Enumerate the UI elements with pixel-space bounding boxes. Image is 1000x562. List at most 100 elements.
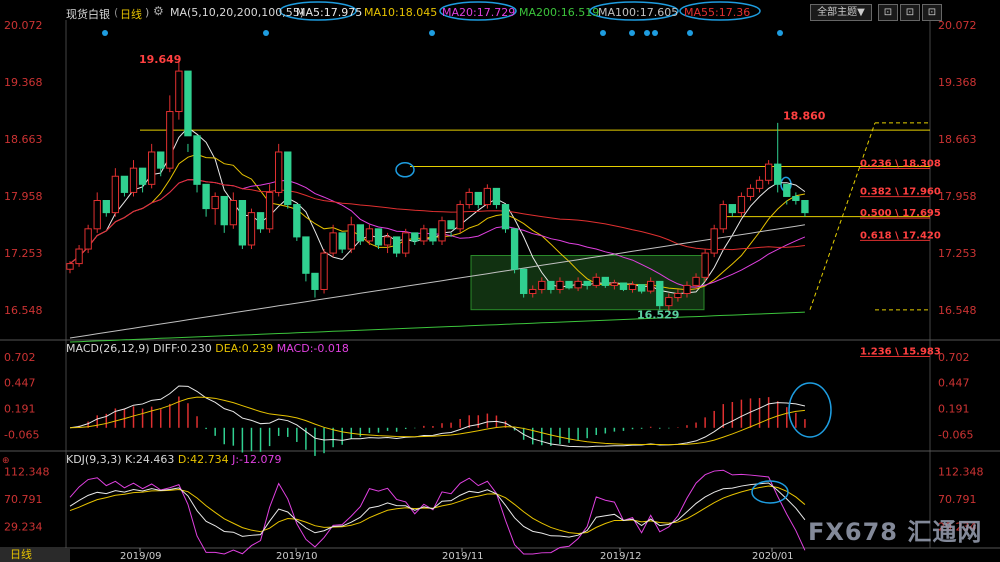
fib-level-label: 1.236 \ 15.983 [860,347,941,358]
settings-icon[interactable]: ⚙ [153,4,164,18]
candle-body [293,204,301,238]
candle-body [175,70,183,113]
candle-body [628,284,637,290]
candle-body [75,248,83,265]
panel-button-2[interactable]: ⊡ [900,4,920,21]
event-dot [629,30,635,36]
candle-body [147,151,156,185]
candle-body [565,280,573,289]
candle-body [102,200,110,214]
kdj-k-line [69,482,806,538]
candle-body [710,228,718,254]
candle-body [211,195,219,210]
candle-body [392,236,401,254]
ma55-value: MA55:17.36 [684,6,751,19]
kdj-j: J:-12.079 [232,453,282,466]
candle-body [801,200,809,214]
candle-body [238,200,247,246]
candle-body [202,183,210,210]
period-close: ) [145,6,150,19]
macd-tick-right: 0.191 [938,402,970,415]
panel-button-3[interactable]: ⊡ [922,4,942,21]
period-bracket-open: ( [114,6,119,19]
candle-body [93,200,101,230]
event-dot [102,30,108,36]
macd-value: MACD:-0.018 [276,342,349,355]
candle-body [220,195,228,226]
candle-body [529,288,537,295]
candle-body [483,187,492,206]
candle-body [129,167,138,193]
bottom-period-tab[interactable]: 日线 [0,548,70,562]
candle-body [783,183,791,197]
macd-tick-right: 0.702 [938,351,970,364]
candle-body [438,220,446,242]
macd-diff: DIFF:0.230 [153,342,212,355]
price-tick-left: 16.548 [4,304,43,317]
ma55-line [69,179,805,264]
candle-body [166,111,174,169]
chart-canvas: 20.072 20.07219.368 19.36818.663 18.66317.9… [0,1,1000,562]
candle-body [456,204,464,230]
kdj-params: KDJ(9,3,3) [66,453,122,466]
kdj-tick-left: 29.234 [4,521,43,534]
kdj-d: D:42.734 [177,453,229,466]
ma-params: MA(5,10,20,200,100,55) [170,6,305,19]
kdj-title: KDJ(9,3,3) K:24.463 D:42.734 J:-12.079 [66,453,282,466]
candle-body [383,236,392,246]
price-tick-left: 17.253 [4,247,43,260]
kdj-d-line [69,485,806,534]
candle-body [447,220,455,230]
macd-panel [69,382,832,456]
candle-body [674,293,682,299]
candle-body [338,232,346,250]
top-toolbar: 现货白银 ( 日线 ) ⚙ MA(5,10,20,200,100,55) MA5… [0,0,1000,24]
candle-body [474,191,482,206]
candle-body [746,187,755,197]
period-label[interactable]: 日线 [120,6,142,22]
fib-level-label: 0.618 \ 17.420 [860,230,941,241]
candle-body [692,276,700,286]
ma20-value: MA20:17.729 [442,6,516,19]
candle-body [402,232,410,254]
panel-button-1[interactable]: ⊡ [878,4,898,21]
candle-body [656,280,664,307]
x-tick-label: 2019/12 [600,551,642,562]
candle-body [547,280,555,290]
candle-body [429,228,437,242]
fib-level-label: 0.236 \ 18.308 [860,159,941,170]
kdj-add-icon: ⊕ [2,456,10,466]
ma10-value: MA10:18.045 [364,6,438,19]
macd-dea-line [69,396,805,446]
ma200-value: MA200:16.519 [519,6,600,19]
candle-body [647,280,655,292]
watermark-logo: FX678 汇通网 [808,518,983,546]
candle-body [755,179,764,189]
candle-body [157,151,165,169]
theme-select[interactable]: 全部主题▼ [810,4,872,21]
candle-body [256,212,265,230]
event-dot [652,30,658,36]
kdj-k: K:24.463 [125,453,175,466]
candle-body [365,228,374,242]
candle-body [701,252,709,278]
high-label-2: 18.860 [783,110,826,123]
event-dot [644,30,650,36]
candle-body [737,195,746,214]
price-tick-left: 19.368 [4,76,43,89]
ma200-line [69,311,805,343]
ma100-value: MA100:17.605 [598,6,679,19]
price-tick-right: 19.368 [938,76,977,89]
event-dot [687,30,693,36]
ma5-value: MA5:17.975 [296,6,363,19]
candle-body [311,272,319,290]
candle-body [320,252,328,290]
macd-params: MACD(26,12,9) [66,342,150,355]
candle-body [519,268,528,295]
kdj-tick-right: 112.348 [938,465,984,478]
candle-body [683,284,691,295]
macd-title: MACD(26,12,9) DIFF:0.230 DEA:0.239 MACD:… [66,342,349,355]
x-tick-label: 2019/09 [120,551,162,562]
candle-body [592,276,600,286]
candle-body [665,297,673,307]
